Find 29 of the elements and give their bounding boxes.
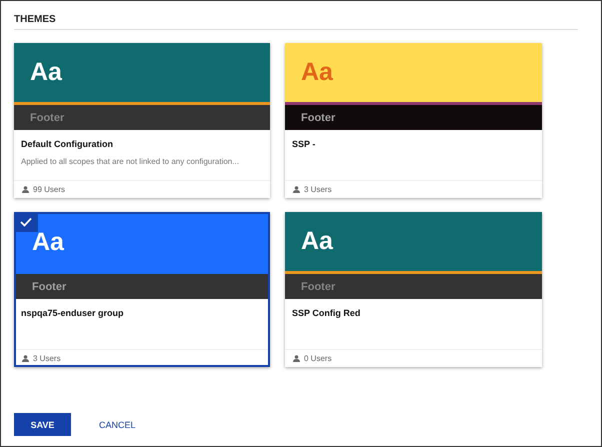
theme-name: nspqa75-enduser group xyxy=(21,308,125,318)
theme-card[interactable]: Aa Footer SSP - 3 Users xyxy=(285,43,542,198)
user-count: 3 Users xyxy=(33,354,61,363)
sample-text: Aa xyxy=(301,227,333,256)
user-count: 99 Users xyxy=(33,185,66,194)
checkmark-icon xyxy=(14,212,38,232)
footer-preview: Footer xyxy=(285,105,542,130)
user-count: 0 Users xyxy=(304,354,332,363)
user-icon xyxy=(293,355,300,362)
footer-preview: Footer xyxy=(16,274,268,299)
theme-description: Applied to all scopes that are not linked to any configuration... xyxy=(21,157,240,166)
footer-preview: Footer xyxy=(14,105,270,130)
theme-name: SSP - xyxy=(292,139,316,149)
user-icon xyxy=(293,186,300,193)
theme-card[interactable]: Aa Footer nspqa75-enduser group 3 Users xyxy=(14,212,270,367)
user-icon xyxy=(22,186,29,193)
sample-text: Aa xyxy=(30,58,62,87)
theme-card[interactable]: Aa Footer Default Configuration Applied to all scopes that are not linked to any configuration... 99 Users xyxy=(14,43,270,198)
user-icon xyxy=(22,355,29,362)
cancel-button[interactable]: CANCEL xyxy=(85,413,150,436)
footer-preview: Footer xyxy=(285,274,542,299)
save-button[interactable]: SAVE xyxy=(14,413,71,436)
sample-text: Aa xyxy=(32,228,64,257)
user-count: 3 Users xyxy=(304,185,332,194)
sample-text: Aa xyxy=(301,58,333,87)
theme-name: Default Configuration xyxy=(21,139,114,149)
theme-name: SSP Config Red xyxy=(292,308,362,318)
section-title: THEMES xyxy=(14,11,578,30)
theme-card[interactable]: Aa Footer SSP Config Red 0 Users xyxy=(285,212,542,367)
